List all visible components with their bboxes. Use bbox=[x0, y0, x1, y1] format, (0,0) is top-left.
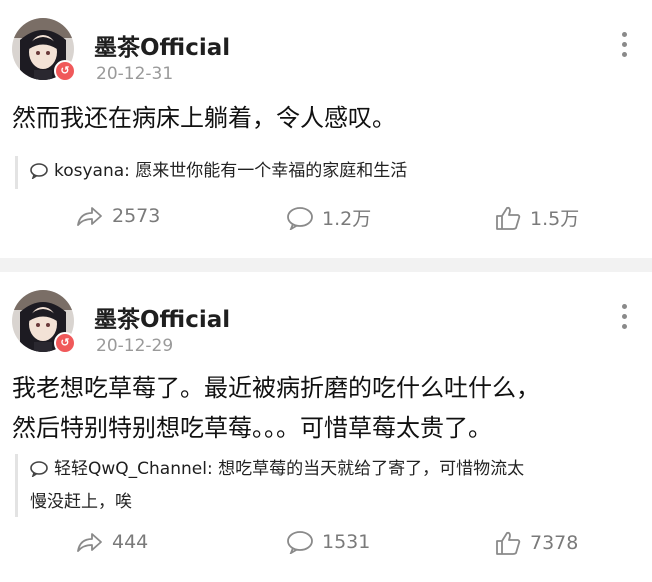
repost-count: 2573 bbox=[112, 205, 161, 227]
comment-button[interactable]: 1.2万 bbox=[286, 204, 371, 231]
like-button[interactable]: 7378 bbox=[494, 530, 578, 556]
action-bar: 444 1531 7378 bbox=[0, 530, 652, 560]
repost-button[interactable]: 2573 bbox=[74, 204, 160, 228]
avatar[interactable]: ↺ bbox=[12, 290, 76, 354]
post-card: ↺ 墨茶Official 20-12-31 然而我还在病床上躺着，令人感叹。 k… bbox=[0, 0, 652, 258]
author-name[interactable]: 墨茶Official bbox=[94, 28, 230, 62]
like-icon bbox=[496, 206, 521, 230]
comment-icon bbox=[287, 206, 313, 230]
hot-comment[interactable]: kosyana: 愿来世你能有一个幸福的家庭和生活 bbox=[15, 156, 636, 189]
avatar[interactable]: ↺ bbox=[12, 18, 76, 82]
more-icon[interactable] bbox=[622, 304, 628, 334]
avatar-badge-icon: ↺ bbox=[54, 60, 76, 82]
post-content: 然而我还在病床上躺着，令人感叹。 bbox=[12, 104, 396, 132]
like-count: 1.5万 bbox=[530, 208, 580, 230]
avatar-badge-icon: ↺ bbox=[54, 332, 76, 354]
like-count: 7378 bbox=[530, 532, 579, 554]
comment-user[interactable]: kosyana: bbox=[54, 161, 130, 181]
post-content-line: 我老想吃草莓了。最近被病折磨的吃什么吐什么， bbox=[12, 374, 540, 402]
repost-button[interactable]: 444 bbox=[74, 530, 148, 554]
comment-icon bbox=[287, 531, 313, 554]
like-button[interactable]: 1.5万 bbox=[494, 204, 579, 231]
comment-button[interactable]: 1531 bbox=[286, 530, 370, 554]
more-icon[interactable] bbox=[622, 32, 628, 62]
comment-text: 想吃草莓的当天就给了寄了，可惜物流太 bbox=[218, 459, 525, 479]
post-date: 20-12-29 bbox=[96, 336, 174, 356]
comment-count: 1.2万 bbox=[322, 208, 372, 230]
repost-icon bbox=[77, 207, 102, 226]
post-content-line: 然后特别特别想吃草莓。。。可惜草莓太贵了。 bbox=[12, 414, 492, 442]
action-bar: 2573 1.2万 1.5万 bbox=[0, 204, 652, 234]
post-content: 我老想吃草莓了。最近被病折磨的吃什么吐什么， 然后特别特别想吃草莓。。。可惜草莓… bbox=[12, 368, 632, 448]
like-icon bbox=[496, 531, 521, 555]
comment-bubble-icon bbox=[30, 159, 48, 189]
comment-user[interactable]: 轻轻QwQ_Channel: bbox=[54, 459, 213, 479]
post-separator bbox=[0, 258, 652, 272]
comment-text: 愿来世你能有一个幸福的家庭和生活 bbox=[135, 161, 408, 181]
comment-count: 1531 bbox=[322, 531, 371, 553]
post-date: 20-12-31 bbox=[96, 64, 174, 84]
repost-count: 444 bbox=[112, 531, 149, 553]
repost-icon bbox=[77, 533, 102, 552]
comment-text: 慢没赶上，唉 bbox=[30, 492, 132, 512]
post-card: ↺ 墨茶Official 20-12-29 我老想吃草莓了。最近被病折磨的吃什么… bbox=[0, 272, 652, 582]
hot-comment[interactable]: 轻轻QwQ_Channel: 想吃草莓的当天就给了寄了，可惜物流太 慢没赶上，唉 bbox=[15, 454, 636, 517]
comment-bubble-icon bbox=[30, 457, 48, 487]
author-name[interactable]: 墨茶Official bbox=[94, 300, 230, 334]
